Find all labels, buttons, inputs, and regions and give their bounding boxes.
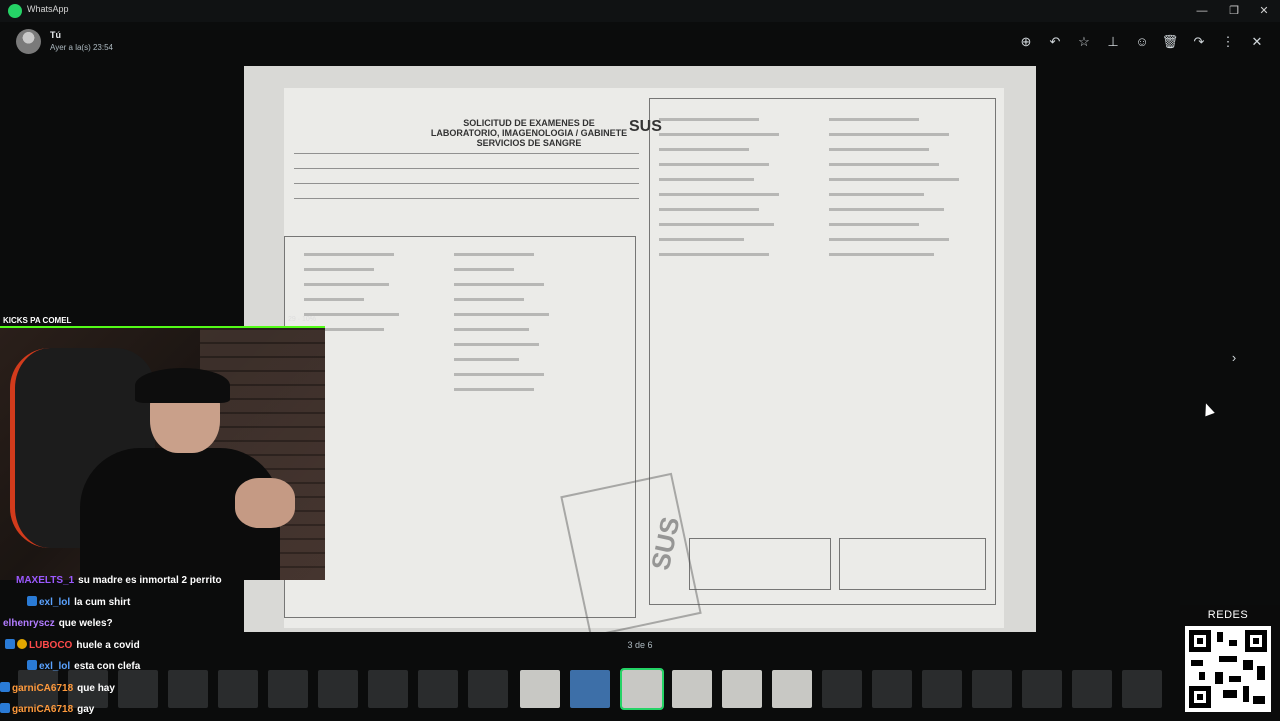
chat-message: LUBOCO huele a covid [5, 638, 140, 657]
verified-badge-icon [0, 681, 10, 692]
chat-message: MAXELTS_1 su madre es inmortal 2 perrito [16, 575, 222, 593]
whatsapp-logo-icon [8, 4, 22, 18]
emoji-icon[interactable]: ☺ [1133, 33, 1151, 51]
thumbnail[interactable] [218, 670, 258, 708]
thumbnail[interactable] [418, 670, 458, 708]
media-counter: 3 de 6 [627, 640, 653, 650]
thumbnail[interactable] [1022, 670, 1062, 708]
verified-badge-icon [0, 702, 10, 713]
pin-icon[interactable]: ⊥ [1104, 33, 1122, 51]
thumbnail[interactable] [520, 670, 560, 708]
delete-icon[interactable]: 🗑 [1161, 33, 1179, 51]
chat-username: exl_lol [39, 597, 71, 609]
stream-channel-label: KICKS PA COMEL [3, 316, 72, 325]
window-close-button[interactable]: ✕ [1248, 0, 1280, 22]
close-viewer-icon[interactable]: ✕ [1248, 33, 1266, 51]
chat-message: elhenryscz que weles? [3, 618, 113, 636]
chat-text: gay [77, 703, 95, 715]
avatar[interactable] [16, 29, 41, 54]
thumbnail[interactable] [972, 670, 1012, 708]
thumbnail[interactable] [268, 670, 308, 708]
chat-username: MAXELTS_1 [16, 575, 75, 586]
app-title: WhatsApp [27, 4, 69, 14]
verified-badge-icon [27, 596, 37, 607]
minimize-button[interactable]: — [1186, 0, 1218, 22]
thumbnail-strip [0, 664, 1280, 720]
thumbnail[interactable] [318, 670, 358, 708]
chat-text: su madre es inmortal 2 perrito [78, 575, 222, 586]
form-title: SOLICITUD DE EXAMENES DE LABORATORIO, IM… [430, 118, 628, 148]
thumbnail[interactable] [772, 670, 812, 708]
chat-username: LUBOCO [29, 639, 73, 651]
thumbnail[interactable] [168, 670, 208, 708]
sender-name: Tú [50, 30, 61, 40]
streamer-hand [235, 478, 295, 528]
media-image[interactable]: SOLICITUD DE EXAMENES DE LABORATORIO, IM… [244, 66, 1036, 632]
zoom-in-icon[interactable]: ⊕ [1017, 33, 1035, 51]
chat-message: exl_lol la cum shirt [27, 596, 130, 614]
forward-icon[interactable]: ↷ [1190, 33, 1208, 51]
thumbnail[interactable] [468, 670, 508, 708]
stream-goal-stats: 29 · 10% [288, 316, 317, 323]
star-icon[interactable]: ☆ [1075, 33, 1093, 51]
thumbnail[interactable] [368, 670, 408, 708]
mouse-cursor-icon [1201, 401, 1215, 417]
chat-username: garniCA6718 [12, 682, 74, 694]
verified-badge-icon [27, 660, 37, 671]
webcam-overlay [0, 328, 325, 580]
thumbnail[interactable] [672, 670, 712, 708]
media-viewer-header: Tú Ayer a la(s) 23:54 ⊕ ↶ ☆ ⊥ ☺ 🗑 ↷ ⋮ ✕ [0, 22, 1280, 62]
subscriber-badge-icon [17, 638, 27, 649]
message-timestamp: Ayer a la(s) 23:54 [50, 43, 113, 52]
lab-request-form: SOLICITUD DE EXAMENES DE LABORATORIO, IM… [284, 88, 1004, 632]
chat-text: huele a covid [76, 639, 140, 651]
chat-username: garniCA6718 [12, 703, 74, 715]
chat-message: garniCA6718 que hay [0, 681, 115, 700]
thumbnail[interactable] [722, 670, 762, 708]
thumbnail[interactable] [1122, 670, 1162, 708]
streamer-cap [135, 368, 230, 403]
chat-username: exl_lol [39, 661, 71, 673]
chat-text: que hay [77, 682, 115, 694]
social-qr-panel: REDES [1180, 605, 1280, 720]
thumbnail[interactable] [822, 670, 862, 708]
qr-code-icon [1185, 626, 1271, 712]
maximize-button[interactable]: ❐ [1218, 0, 1250, 22]
chat-text: la cum shirt [74, 597, 131, 609]
thumbnail[interactable] [922, 670, 962, 708]
more-options-icon[interactable]: ⋮ [1219, 33, 1237, 51]
chat-message: garniCA6718 gay [0, 702, 95, 721]
chat-text: esta con clefa [74, 661, 141, 673]
chat-text: que weles? [58, 617, 113, 629]
verified-badge-icon [5, 638, 15, 649]
thumbnail-selected[interactable] [620, 668, 664, 710]
chat-message: exl_lol esta con clefa [27, 660, 140, 678]
reply-icon[interactable]: ↶ [1046, 33, 1064, 51]
thumbnail[interactable] [872, 670, 912, 708]
thumbnail[interactable] [570, 670, 610, 708]
next-media-button[interactable]: › [1224, 348, 1244, 368]
stream-goal-bar: KICKS PA COMEL 29 · 10% [0, 316, 325, 328]
qr-label: REDES [1207, 609, 1249, 621]
chat-username: elhenryscz [3, 617, 55, 629]
window-titlebar: WhatsApp — ❐ ✕ [0, 0, 1280, 22]
thumbnail[interactable] [1072, 670, 1112, 708]
